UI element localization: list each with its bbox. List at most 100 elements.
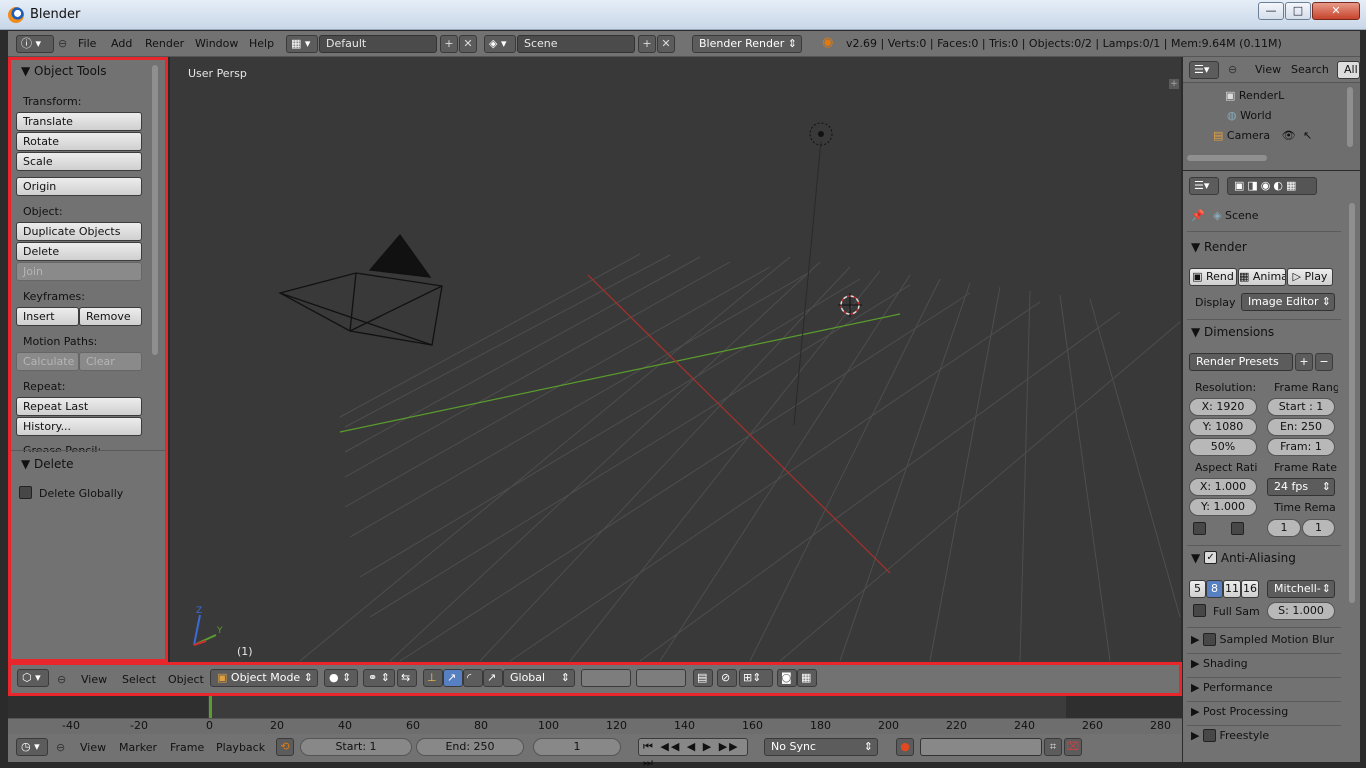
outliner-row-world[interactable]: ◍ World [1227, 109, 1272, 122]
aa-samples-5[interactable]: 5 [1189, 580, 1206, 598]
remove-scene-button[interactable]: ✕ [657, 35, 675, 53]
menu-file[interactable]: File [78, 37, 96, 50]
collapse-menu-icon[interactable]: ⊖ [58, 37, 67, 50]
frame-step-field[interactable]: Fram: 1 [1267, 438, 1335, 456]
resolution-x-field[interactable]: X: 1920 [1189, 398, 1257, 416]
render-animation-icon[interactable]: ▦ [797, 669, 817, 687]
collapse-menu-icon[interactable]: ⊖ [1228, 63, 1237, 76]
play-button[interactable]: ▷ Play [1287, 268, 1333, 286]
join-button[interactable]: Join [16, 262, 142, 281]
record-keyframe-icon[interactable]: ● [896, 738, 914, 756]
3d-cursor-icon[interactable] [838, 293, 862, 317]
viewport-shading-dropdown[interactable]: ● ⇕ [324, 669, 358, 687]
transform-orientation-dropdown[interactable]: Global ⇕ [503, 669, 575, 687]
aa-filter-dropdown[interactable]: Mitchell- ⇕ [1267, 580, 1335, 598]
frame-end-field[interactable]: En: 250 [1267, 418, 1335, 436]
editor-type-3dview-icon[interactable]: ⬡ ▾ [17, 669, 49, 687]
anti-aliasing-checkbox[interactable]: ✓ [1204, 551, 1218, 564]
menu-help[interactable]: Help [249, 37, 274, 50]
render-presets-dropdown[interactable]: Render Presets [1189, 353, 1293, 371]
delete-globally-checkbox[interactable] [19, 486, 32, 499]
screen-layout-field[interactable]: Default [319, 35, 437, 53]
manipulator-toggle-icon[interactable]: ⇆ [397, 669, 417, 687]
aa-samples-11[interactable]: 11 [1223, 580, 1241, 598]
proportional-edit-icon[interactable]: ⊘ [717, 669, 737, 687]
menu-select[interactable]: Select [122, 673, 156, 686]
add-preset-button[interactable]: + [1295, 353, 1313, 371]
shading-panel-header[interactable]: ▶ Shading [1191, 657, 1248, 670]
editor-type-properties-icon[interactable]: ☰▾ [1189, 177, 1219, 195]
sampled-motion-blur-checkbox[interactable] [1202, 632, 1216, 646]
delete-button[interactable]: Delete [16, 242, 142, 261]
layers-grid-b-icon[interactable] [636, 669, 686, 687]
menu-view[interactable]: View [80, 741, 106, 754]
delete-keyframe-icon[interactable]: ⌧ [1064, 738, 1082, 756]
mode-dropdown[interactable]: ▣ Object Mode ⇕ [210, 669, 318, 687]
collapse-menu-icon[interactable]: ⊖ [56, 741, 65, 754]
menu-playback[interactable]: Playback [216, 741, 265, 754]
sampled-motion-blur-panel-header[interactable]: ▶ Sampled Motion Blur [1191, 632, 1334, 647]
scene-field[interactable]: Scene [517, 35, 635, 53]
menu-render[interactable]: Render [145, 37, 184, 50]
display-dropdown[interactable]: Image Editor ⇕ [1241, 293, 1335, 311]
frame-start-field[interactable]: Start : 1 [1267, 398, 1335, 416]
scene-icon[interactable]: ◈ ▾ [484, 35, 516, 53]
toolshelf-expand-icon[interactable]: + [1169, 79, 1179, 89]
editor-type-outliner-icon[interactable]: ☰▾ [1189, 61, 1219, 79]
aa-samples-8[interactable]: 8 [1206, 580, 1223, 598]
editor-type-info-icon[interactable]: ⓘ ▾ [16, 35, 54, 53]
properties-scrollbar[interactable] [1349, 203, 1355, 603]
menu-frame[interactable]: Frame [170, 741, 204, 754]
crop-checkbox[interactable] [1231, 522, 1244, 535]
selectability-arrow-icon[interactable]: ↖ [1303, 129, 1312, 142]
snap-element-dropdown[interactable]: ⊞⇕ [739, 669, 773, 687]
menu-marker[interactable]: Marker [119, 741, 157, 754]
scale-button[interactable]: Scale [16, 152, 142, 171]
playback-controls[interactable]: ⏮ ◀◀ ◀ ▶ ▶▶ ⏭ [638, 738, 748, 768]
calculate-motion-path-button[interactable]: Calculate [16, 352, 79, 371]
collapse-menu-icon[interactable]: ⊖ [57, 673, 66, 686]
duplicate-objects-button[interactable]: Duplicate Objects [16, 222, 142, 241]
full-sample-checkbox[interactable] [1193, 604, 1206, 617]
freestyle-checkbox[interactable] [1202, 728, 1216, 742]
aspect-y-field[interactable]: Y: 1.000 [1189, 498, 1257, 516]
performance-panel-header[interactable]: ▶ Performance [1191, 681, 1273, 694]
remove-screen-button[interactable]: ✕ [459, 35, 477, 53]
rotate-button[interactable]: Rotate [16, 132, 142, 151]
layers-grid-a-icon[interactable] [581, 669, 631, 687]
repeat-last-button[interactable]: Repeat Last [16, 397, 142, 416]
menu-object[interactable]: Object [168, 673, 204, 686]
remove-keyframe-button[interactable]: Remove [79, 307, 142, 326]
object-tools-panel-header[interactable]: ▼ Object Tools [21, 64, 107, 78]
render-panel-header[interactable]: ▼ Render [1191, 240, 1247, 254]
render-engine-dropdown[interactable]: Blender Render ⇕ [692, 35, 802, 53]
clear-motion-path-button[interactable]: Clear [79, 352, 142, 371]
menu-view[interactable]: View [1255, 63, 1281, 76]
current-frame-marker[interactable] [209, 696, 212, 718]
editor-type-timeline-icon[interactable]: ◷ ▾ [16, 738, 48, 756]
scale-manipulator-icon[interactable]: ↗ [483, 669, 503, 687]
screen-layout-icon[interactable]: ▦ ▾ [286, 35, 318, 53]
render-still-icon[interactable]: ◙ [777, 669, 797, 687]
tool-shelf-scrollbar[interactable] [152, 65, 158, 355]
menu-search[interactable]: Search [1291, 63, 1329, 76]
anti-aliasing-panel-header[interactable]: ▼ ✓ Anti-Aliasing [1191, 551, 1296, 565]
rotate-manipulator-icon[interactable]: ◜ [463, 669, 483, 687]
resolution-percent-field[interactable]: 50% [1189, 438, 1257, 456]
menu-window[interactable]: Window [195, 37, 238, 50]
resolution-y-field[interactable]: Y: 1080 [1189, 418, 1257, 436]
pin-icon[interactable]: 📌 [1191, 209, 1205, 222]
delete-panel-header[interactable]: ▼ Delete [21, 457, 73, 471]
visibility-eye-icon[interactable]: 👁 [1282, 129, 1296, 142]
translate-manipulator-icon[interactable]: ↗ [443, 669, 463, 687]
frame-rate-dropdown[interactable]: 24 fps ⇕ [1267, 478, 1335, 496]
dimensions-panel-header[interactable]: ▼ Dimensions [1191, 325, 1274, 339]
camera-object-icon[interactable] [278, 233, 443, 346]
render-animation-button[interactable]: ▦ Anima [1238, 268, 1286, 286]
insert-keyframe-button[interactable]: Insert [16, 307, 79, 326]
current-frame-field[interactable]: 1 [533, 738, 621, 756]
post-processing-panel-header[interactable]: ▶ Post Processing [1191, 705, 1288, 718]
end-frame-field[interactable]: End: 250 [416, 738, 524, 756]
freestyle-panel-header[interactable]: ▶ Freestyle [1191, 728, 1269, 743]
history-button[interactable]: History... [16, 417, 142, 436]
